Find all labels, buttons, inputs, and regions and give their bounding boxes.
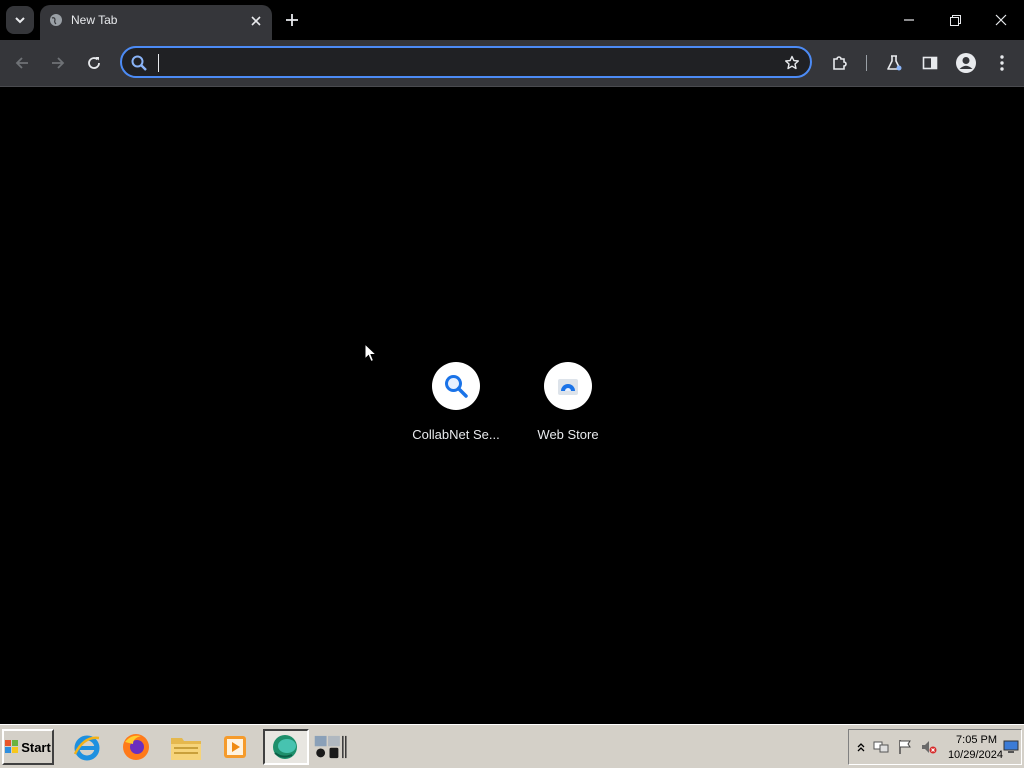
- taskbar: Start 7:05 PM 10/29/2024: [0, 724, 1024, 768]
- webstore-icon: [558, 379, 578, 395]
- puzzle-icon: [833, 56, 847, 70]
- shortcut-icon-tile: [544, 362, 592, 410]
- new-tab-page: CollabNet Se... Web Store: [0, 87, 1024, 724]
- text-caret: [158, 54, 159, 72]
- extensions-button[interactable]: [826, 49, 854, 77]
- network-icon: [873, 741, 889, 753]
- reload-button[interactable]: [80, 49, 108, 77]
- media-player-icon: [224, 736, 246, 758]
- address-input[interactable]: [156, 51, 780, 75]
- shortcut-collabnet[interactable]: CollabNet Se...: [400, 362, 512, 452]
- close-window-button[interactable]: [978, 0, 1024, 40]
- search-icon: [131, 55, 147, 71]
- taskbar-chrome[interactable]: [263, 729, 309, 765]
- globe-icon: [50, 14, 62, 26]
- browser-toolbar: [0, 40, 1024, 87]
- show-hidden-icons-button[interactable]: [853, 739, 869, 755]
- arrow-right-icon: [52, 57, 65, 69]
- tab-search-button[interactable]: [6, 6, 34, 34]
- monitor-icon: [1003, 740, 1019, 753]
- plus-icon: [286, 14, 298, 26]
- restore-icon: [949, 14, 961, 26]
- system-tray: 7:05 PM 10/29/2024: [848, 729, 1022, 765]
- more-vert-icon: [1000, 55, 1004, 71]
- control-panel-icon: [314, 735, 347, 759]
- start-button[interactable]: Start: [2, 729, 54, 765]
- toolbar-separator: [866, 55, 867, 71]
- search-icon: [445, 375, 468, 398]
- minimize-button[interactable]: [886, 0, 932, 40]
- taskbar-control-panel[interactable]: [314, 730, 348, 764]
- close-icon: [995, 14, 1007, 26]
- avatar-icon: [956, 53, 976, 73]
- volume-tray-button[interactable]: [921, 739, 937, 755]
- shortcut-label: CollabNet Se...: [412, 427, 500, 442]
- tab-close-button[interactable]: [244, 9, 268, 33]
- new-tab-button[interactable]: [280, 8, 304, 32]
- volume-muted-icon: [922, 741, 937, 754]
- labs-button[interactable]: [880, 49, 908, 77]
- file-explorer-icon: [171, 738, 201, 760]
- clock-time[interactable]: 7:05 PM: [947, 734, 997, 746]
- close-icon: [251, 16, 261, 26]
- menu-button[interactable]: [988, 49, 1016, 77]
- chevron-down-icon: [15, 17, 25, 24]
- profile-button[interactable]: [952, 49, 980, 77]
- taskbar-file-explorer[interactable]: [169, 730, 203, 764]
- tab-new-tab[interactable]: New Tab: [40, 5, 272, 40]
- arrow-left-icon: [15, 57, 28, 69]
- restore-button[interactable]: [932, 0, 978, 40]
- taskbar-internet-explorer[interactable]: [70, 730, 104, 764]
- chevron-up-icon: [857, 743, 865, 752]
- taskbar-media-player[interactable]: [218, 730, 252, 764]
- internet-explorer-icon: [73, 735, 100, 761]
- minimize-icon: [904, 19, 914, 21]
- tab-strip: New Tab: [0, 0, 1024, 40]
- forward-button[interactable]: [44, 49, 72, 77]
- show-desktop-button[interactable]: [1003, 739, 1019, 755]
- shortcut-web-store[interactable]: Web Store: [512, 362, 624, 452]
- network-tray-button[interactable]: [873, 739, 889, 755]
- taskbar-firefox[interactable]: [119, 730, 153, 764]
- chrome-app-icon: [273, 735, 297, 759]
- windows-logo-icon: [5, 740, 19, 753]
- flask-icon: [887, 55, 902, 71]
- reload-icon: [88, 57, 100, 69]
- mouse-pointer-icon: [364, 343, 378, 363]
- firefox-icon: [123, 734, 149, 760]
- tab-title: New Tab: [71, 13, 118, 27]
- side-panel-button[interactable]: [916, 49, 944, 77]
- back-button[interactable]: [8, 49, 36, 77]
- shortcut-icon-tile: [432, 362, 480, 410]
- bookmark-star-button[interactable]: [780, 51, 804, 75]
- clock-date[interactable]: 10/29/2024: [941, 749, 1003, 761]
- side-panel-icon: [922, 56, 938, 70]
- star-icon: [785, 55, 799, 70]
- flag-icon: [899, 740, 911, 754]
- action-center-button[interactable]: [897, 739, 913, 755]
- address-bar[interactable]: [120, 46, 812, 78]
- start-label: Start: [21, 739, 51, 755]
- shortcut-label: Web Store: [537, 427, 599, 442]
